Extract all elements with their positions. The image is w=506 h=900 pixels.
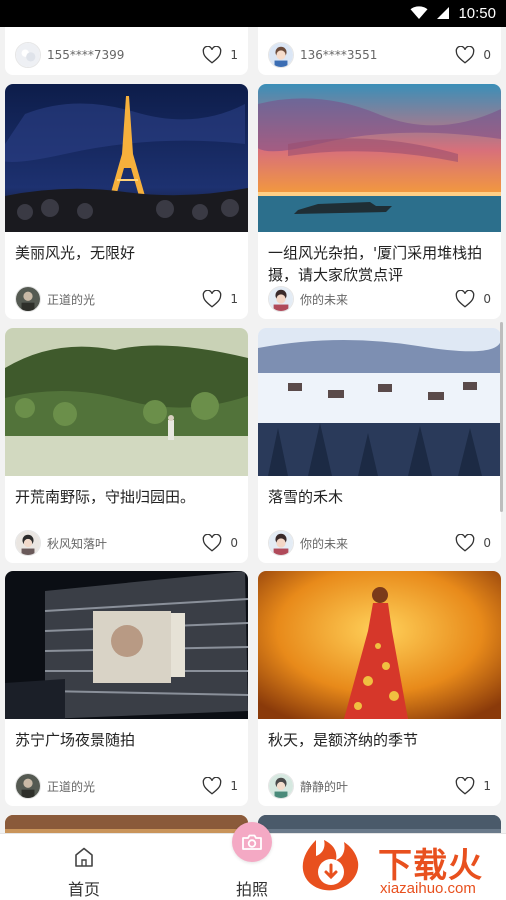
author-avatar[interactable] <box>268 42 294 68</box>
feed-scrollbar[interactable] <box>500 322 503 512</box>
post-image[interactable] <box>258 571 501 719</box>
post-image[interactable] <box>258 328 501 476</box>
like-button[interactable]: 0 <box>455 534 491 552</box>
watermark: 下载火 xiazaihuo.com <box>298 836 506 900</box>
like-count: 1 <box>230 779 238 793</box>
like-button[interactable]: 1 <box>202 777 238 795</box>
post-card[interactable] <box>5 815 248 833</box>
heart-icon <box>455 290 475 308</box>
waterfall-feed[interactable]: 155****7399 1 136****3551 0 美丽风光，无限好 正道的… <box>0 27 506 833</box>
like-count: 0 <box>483 48 491 62</box>
wifi-icon <box>410 6 428 20</box>
status-bar: 10:50 <box>0 0 506 27</box>
post-card[interactable]: 落雪的禾木 你的未来 0 <box>258 328 501 563</box>
post-title[interactable]: 秋天，是额济纳的季节 <box>268 729 493 751</box>
author-avatar[interactable] <box>268 530 294 556</box>
author-name: 136****3551 <box>300 48 378 62</box>
heart-icon <box>455 46 475 64</box>
post-image[interactable] <box>5 84 248 232</box>
like-count: 1 <box>230 48 238 62</box>
author-avatar[interactable] <box>15 42 41 68</box>
like-button[interactable]: 1 <box>455 777 491 795</box>
heart-icon <box>202 777 222 795</box>
heart-icon <box>455 777 475 795</box>
author-name: 你的未来 <box>300 292 349 307</box>
nav-camera-label: 拍照 <box>235 880 268 899</box>
flame-logo-icon <box>302 840 359 891</box>
post-image[interactable] <box>258 815 501 833</box>
status-time: 10:50 <box>458 4 496 22</box>
author-avatar[interactable] <box>268 286 294 312</box>
like-button[interactable]: 0 <box>202 534 238 552</box>
post-image[interactable] <box>258 84 501 232</box>
like-count: 1 <box>230 292 238 306</box>
like-count: 1 <box>483 779 491 793</box>
post-title[interactable]: 落雪的禾木 <box>268 486 493 508</box>
heart-icon <box>455 534 475 552</box>
author-name: 秋风知落叶 <box>47 536 108 551</box>
camera-button[interactable] <box>232 822 272 862</box>
post-card[interactable]: 秋天，是额济纳的季节 静静的叶 1 <box>258 571 501 806</box>
post-title[interactable]: 一组风光杂拍，'厦门采用堆栈拍摄，请大家欣赏点评 <box>268 242 493 286</box>
nav-camera[interactable]: 拍照 <box>202 822 302 900</box>
author-name: 静静的叶 <box>300 779 349 794</box>
camera-icon <box>242 834 262 850</box>
like-count: 0 <box>230 536 238 550</box>
post-title[interactable]: 美丽风光，无限好 <box>15 242 240 264</box>
heart-icon <box>202 46 222 64</box>
heart-icon <box>202 290 222 308</box>
heart-icon <box>202 534 222 552</box>
author-name: 你的未来 <box>300 536 349 551</box>
author-avatar[interactable] <box>15 530 41 556</box>
post-image[interactable] <box>5 328 248 476</box>
post-card[interactable]: 155****7399 1 <box>5 27 248 75</box>
cellular-signal-icon <box>436 6 450 20</box>
post-card[interactable]: 136****3551 0 <box>258 27 501 75</box>
author-name: 155****7399 <box>47 48 125 62</box>
post-card[interactable]: 苏宁广场夜景随拍 正道的光 1 <box>5 571 248 806</box>
post-card[interactable]: 开荒南野际，守拙归园田。 秋风知落叶 0 <box>5 328 248 563</box>
like-count: 0 <box>483 536 491 550</box>
post-card[interactable] <box>258 815 501 833</box>
nav-home[interactable]: 首页 <box>34 834 134 900</box>
like-button[interactable]: 1 <box>202 290 238 308</box>
post-image[interactable] <box>5 815 248 833</box>
post-title[interactable]: 苏宁广场夜景随拍 <box>15 729 240 751</box>
author-avatar[interactable] <box>268 773 294 799</box>
post-card[interactable]: 美丽风光，无限好 正道的光 1 <box>5 84 248 319</box>
post-image[interactable] <box>5 571 248 719</box>
post-title[interactable]: 开荒南野际，守拙归园田。 <box>15 486 240 508</box>
home-icon <box>73 846 95 872</box>
author-avatar[interactable] <box>15 773 41 799</box>
like-button[interactable]: 1 <box>202 46 238 64</box>
like-button[interactable]: 0 <box>455 290 491 308</box>
nav-home-label: 首页 <box>67 880 100 899</box>
like-count: 0 <box>483 292 491 306</box>
author-name: 正道的光 <box>47 292 96 307</box>
author-avatar[interactable] <box>15 286 41 312</box>
like-button[interactable]: 0 <box>455 46 491 64</box>
post-card[interactable]: 一组风光杂拍，'厦门采用堆栈拍摄，请大家欣赏点评 你的未来 0 <box>258 84 501 319</box>
watermark-domain: xiazaihuo.com <box>380 880 476 897</box>
author-name: 正道的光 <box>47 779 96 794</box>
